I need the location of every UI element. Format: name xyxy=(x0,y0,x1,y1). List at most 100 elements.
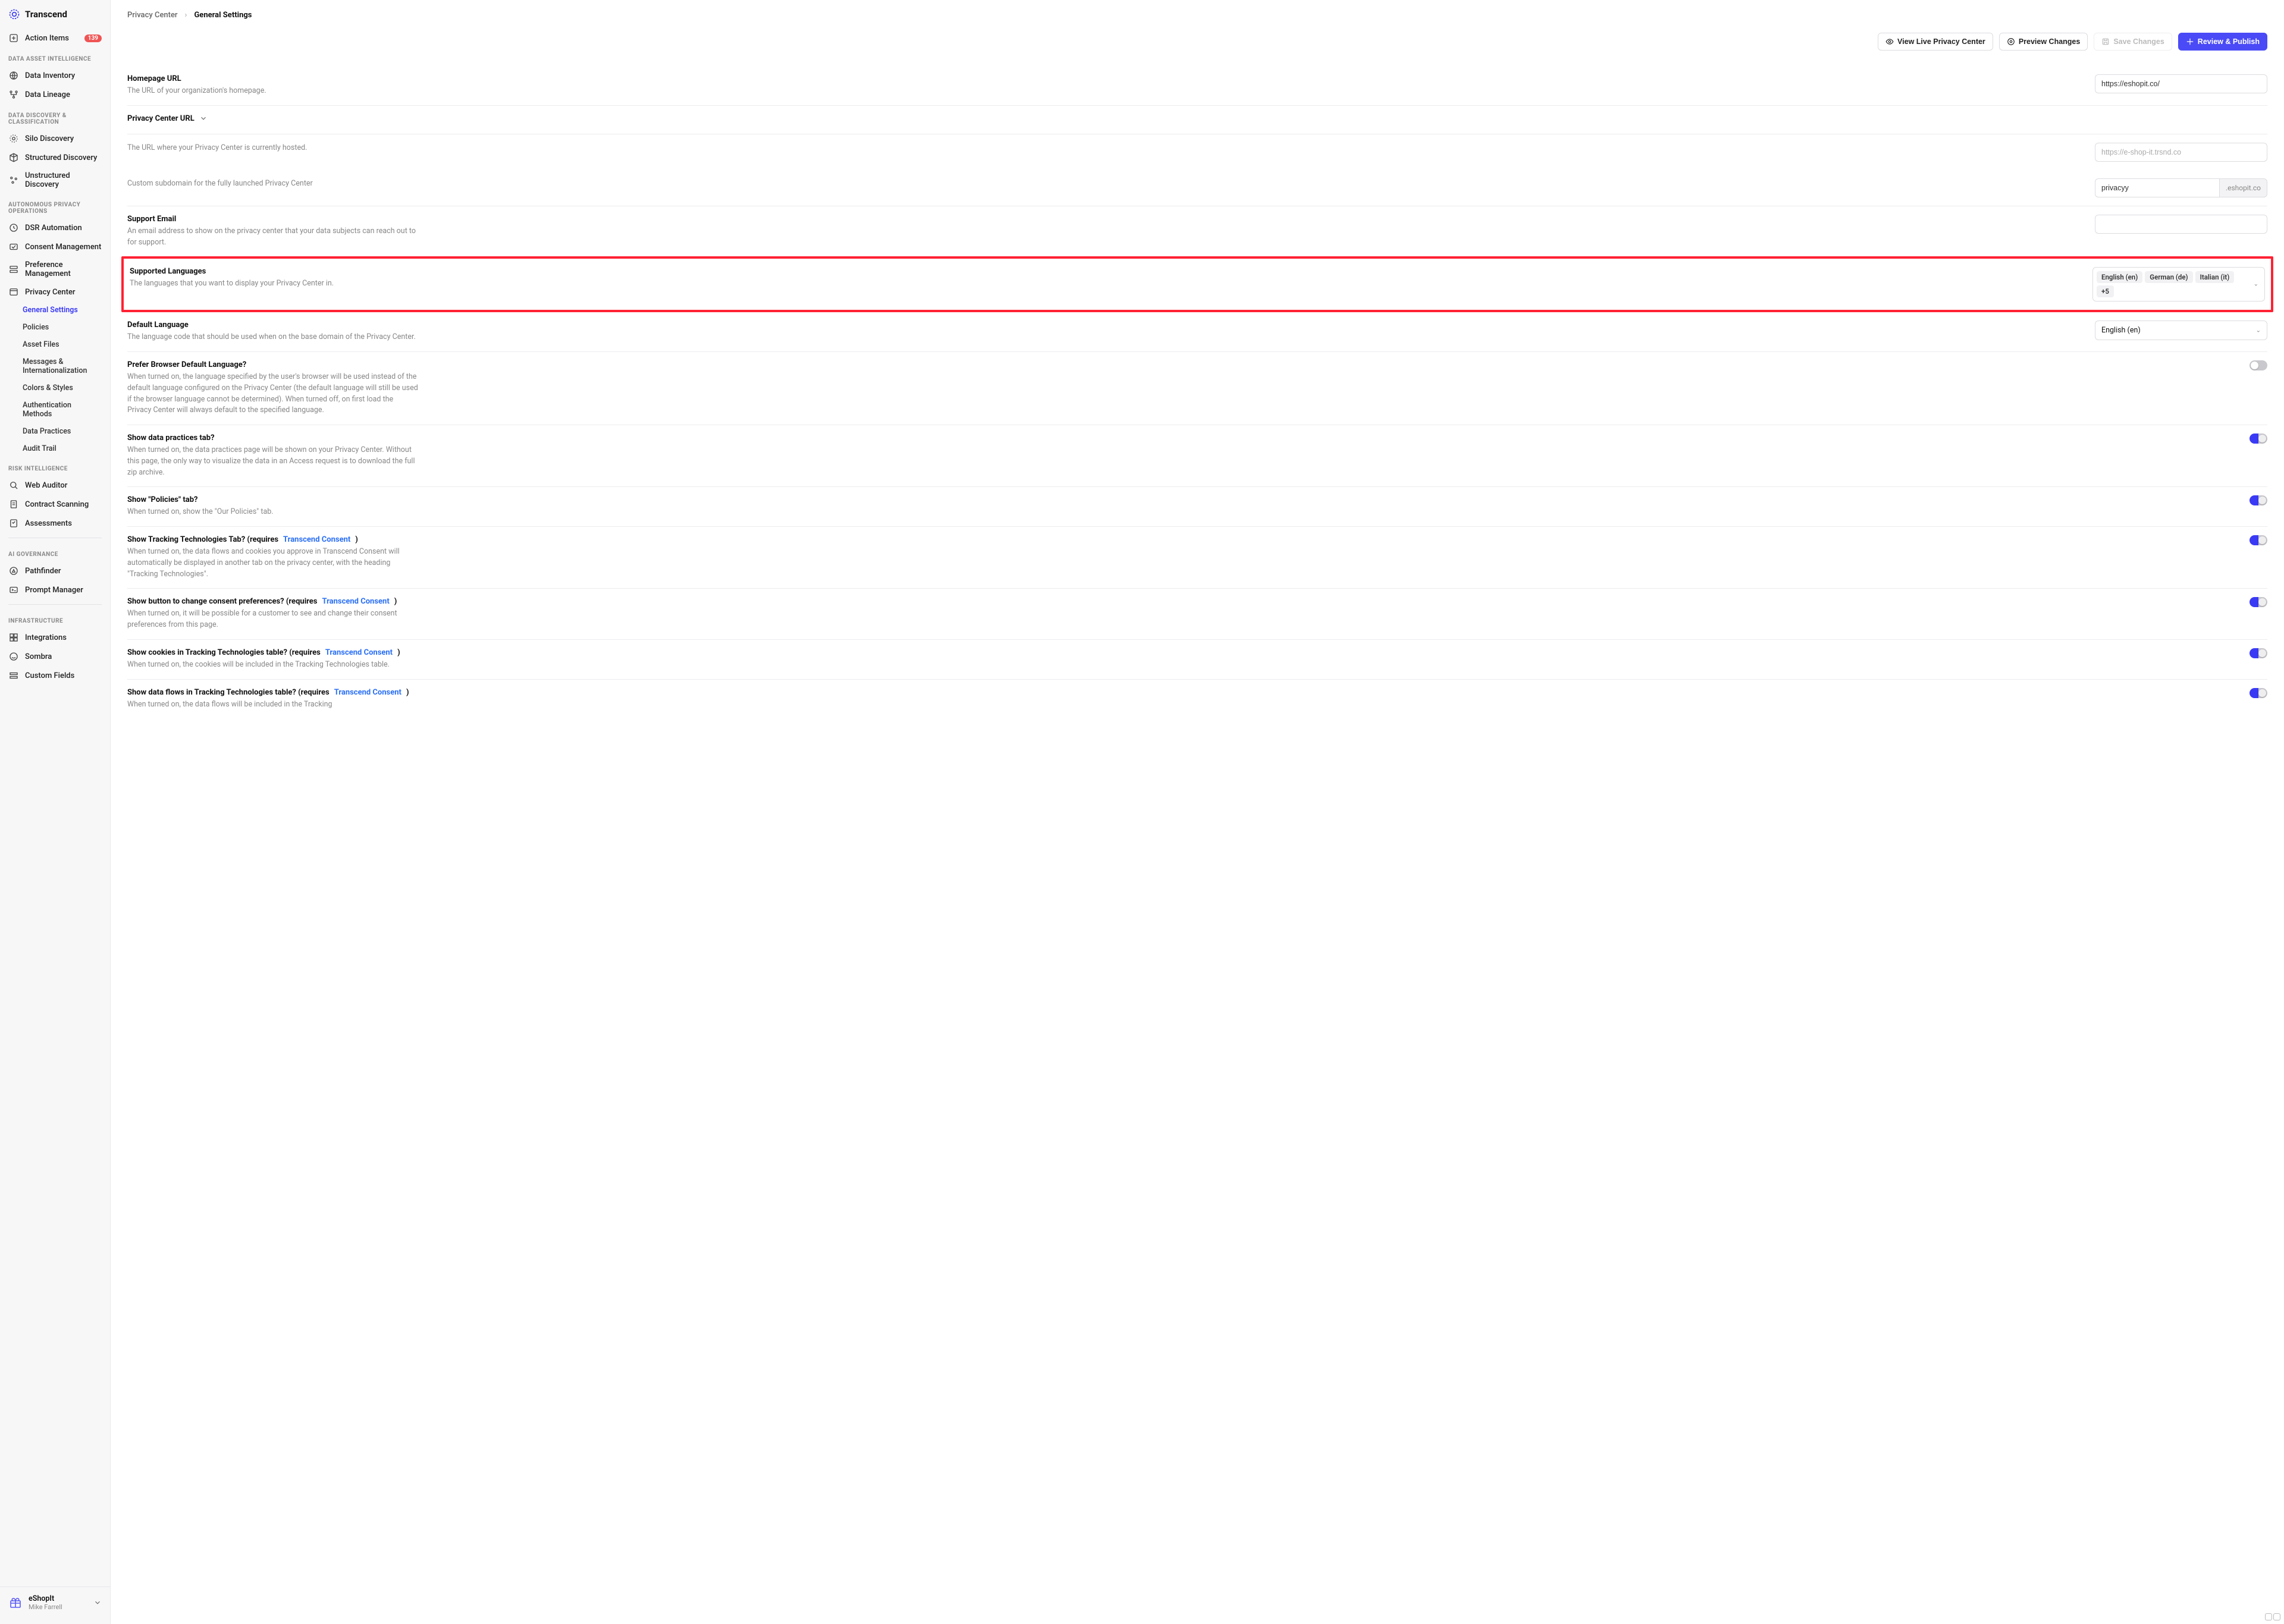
transcend-consent-link[interactable]: Transcend Consent xyxy=(283,535,350,544)
section-data-asset: DATA ASSET INTELLIGENCE xyxy=(0,48,110,66)
org-switcher[interactable]: eShopIt Mike Farrell xyxy=(0,1587,110,1618)
fields-icon xyxy=(8,670,19,681)
nav-label: Preference Management xyxy=(25,260,102,278)
subdomain-suffix: .eshopit.co xyxy=(2219,178,2267,197)
nav-label: Audit Trail xyxy=(23,444,57,453)
main-content: Privacy Center › General Settings View L… xyxy=(111,0,2284,1624)
row-title[interactable]: Privacy Center URL xyxy=(127,114,208,123)
homepage-url-input[interactable] xyxy=(2095,74,2267,93)
view-live-button[interactable]: View Live Privacy Center xyxy=(1878,33,1993,51)
row-supported-languages: Supported Languages The languages that y… xyxy=(121,256,2273,312)
preview-button[interactable]: Preview Changes xyxy=(1999,33,2088,51)
language-chip[interactable]: Italian (it) xyxy=(2195,271,2235,283)
subnav-asset-files[interactable]: Asset Files xyxy=(0,336,110,353)
language-chip-more[interactable]: +5 xyxy=(2097,285,2114,297)
nav-assessments[interactable]: Assessments xyxy=(0,514,110,533)
nav-structured-discovery[interactable]: Structured Discovery xyxy=(0,148,110,167)
transcend-consent-link[interactable]: Transcend Consent xyxy=(325,648,393,657)
show-policies-toggle[interactable] xyxy=(2250,495,2267,505)
subnav-auth-methods[interactable]: Authentication Methods xyxy=(0,397,110,423)
row-pc-subdomain: Custom subdomain for the fully launched … xyxy=(127,170,2267,206)
feedback-widget[interactable] xyxy=(2265,1613,2280,1620)
row-desc: An email address to show on the privacy … xyxy=(127,226,419,249)
nav-label: Integrations xyxy=(25,633,67,642)
nav-integrations[interactable]: Integrations xyxy=(0,628,110,647)
nav-preference-management[interactable]: Preference Management xyxy=(0,256,110,282)
languages-multiselect[interactable]: English (en) German (de) Italian (it) +5… xyxy=(2092,267,2265,301)
feedback-icon[interactable] xyxy=(2265,1613,2272,1620)
language-chip[interactable]: German (de) xyxy=(2145,271,2192,283)
nav-silo-discovery[interactable]: Silo Discovery xyxy=(0,129,110,148)
nav-label: Custom Fields xyxy=(25,671,74,680)
show-cookies-toggle[interactable] xyxy=(2250,648,2267,658)
show-dp-toggle[interactable] xyxy=(2250,434,2267,444)
consent-icon xyxy=(8,241,19,252)
row-title: Support Email xyxy=(127,215,419,224)
row-desc: The URL where your Privacy Center is cur… xyxy=(127,143,307,154)
globe-icon xyxy=(8,70,19,81)
subnav-general-settings[interactable]: General Settings xyxy=(0,301,110,319)
select-value: English (en) xyxy=(2101,326,2141,335)
nav-label: Unstructured Discovery xyxy=(25,171,102,189)
crumb-parent[interactable]: Privacy Center xyxy=(127,11,178,20)
row-show-cookies: Show cookies in Tracking Technologies ta… xyxy=(127,640,2267,680)
show-dataflows-toggle[interactable] xyxy=(2250,688,2267,698)
row-show-tracking: Show Tracking Technologies Tab? (require… xyxy=(127,527,2267,589)
row-title: Homepage URL xyxy=(127,74,266,83)
nav-contract-scanning[interactable]: Contract Scanning xyxy=(0,495,110,514)
language-chip[interactable]: English (en) xyxy=(2097,271,2142,283)
row-title: Supported Languages xyxy=(130,267,334,276)
show-consent-btn-toggle[interactable] xyxy=(2250,597,2267,607)
row-support-email: Support Email An email address to show o… xyxy=(127,206,2267,257)
document-icon xyxy=(8,499,19,510)
nav-label: Data Lineage xyxy=(25,90,70,99)
row-title: Show data flows in Tracking Technologies… xyxy=(127,688,409,697)
pc-current-url-input[interactable] xyxy=(2095,143,2267,162)
nav-privacy-center[interactable]: Privacy Center xyxy=(0,282,110,301)
show-tracking-toggle[interactable] xyxy=(2250,535,2267,545)
btn-label: View Live Privacy Center xyxy=(1897,37,1985,46)
org-name: eShopIt xyxy=(29,1594,62,1603)
row-desc: The URL of your organization's homepage. xyxy=(127,86,266,97)
section-risk: RISK INTELLIGENCE xyxy=(0,457,110,476)
nav-pathfinder[interactable]: Pathfinder xyxy=(0,561,110,580)
logo[interactable]: Transcend xyxy=(0,6,110,29)
nav-dsr-automation[interactable]: DSR Automation xyxy=(0,218,110,237)
default-language-select[interactable]: English (en) ⌄ xyxy=(2095,321,2267,340)
scatter-icon xyxy=(8,175,19,186)
nav-label: Colors & Styles xyxy=(23,384,73,392)
publish-button[interactable]: Review & Publish xyxy=(2178,33,2267,51)
subnav-messages-i18n[interactable]: Messages & Internationalization xyxy=(0,353,110,379)
transcend-consent-link[interactable]: Transcend Consent xyxy=(334,688,401,697)
gift-icon xyxy=(8,1595,23,1610)
nav-consent-management[interactable]: Consent Management xyxy=(0,237,110,256)
nav-label: Prompt Manager xyxy=(25,586,83,595)
nav-data-inventory[interactable]: Data Inventory xyxy=(0,66,110,85)
subnav-audit-trail[interactable]: Audit Trail xyxy=(0,440,110,457)
prefer-browser-toggle[interactable] xyxy=(2250,360,2267,370)
row-desc: The language code that should be used wh… xyxy=(127,332,416,343)
support-email-input[interactable] xyxy=(2095,215,2267,234)
nav-custom-fields[interactable]: Custom Fields xyxy=(0,666,110,685)
nav-sombra[interactable]: Sombra xyxy=(0,647,110,666)
subnav-policies[interactable]: Policies xyxy=(0,319,110,336)
nav-prompt-manager[interactable]: Prompt Manager xyxy=(0,580,110,599)
nav-label: Silo Discovery xyxy=(25,134,74,143)
row-show-dataflows: Show data flows in Tracking Technologies… xyxy=(127,680,2267,719)
nav-label: General Settings xyxy=(23,306,78,315)
nav-web-auditor[interactable]: Web Auditor xyxy=(0,476,110,495)
subdomain-input[interactable] xyxy=(2095,178,2219,197)
nav-unstructured-discovery[interactable]: Unstructured Discovery xyxy=(0,167,110,193)
nav-action-items[interactable]: Action Items 139 xyxy=(0,29,110,48)
btn-label: Save Changes xyxy=(2113,37,2164,46)
nav-data-lineage[interactable]: Data Lineage xyxy=(0,85,110,104)
transcend-consent-link[interactable]: Transcend Consent xyxy=(322,597,389,606)
feedback-icon[interactable] xyxy=(2273,1613,2280,1620)
subnav-colors-styles[interactable]: Colors & Styles xyxy=(0,379,110,397)
subnav-data-practices[interactable]: Data Practices xyxy=(0,423,110,440)
save-button: Save Changes xyxy=(2094,33,2172,51)
sombra-icon xyxy=(8,651,19,662)
settings-form: Homepage URL The URL of your organizatio… xyxy=(127,66,2267,718)
nav-label: Assessments xyxy=(25,519,72,528)
breadcrumb: Privacy Center › General Settings xyxy=(127,11,2267,20)
